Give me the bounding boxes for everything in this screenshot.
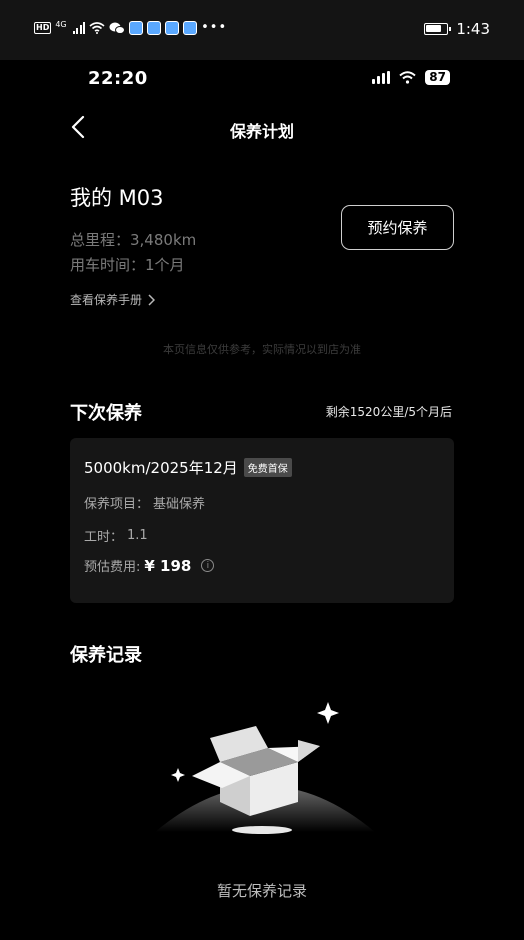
inner-status-bar: 22:20 87 — [0, 60, 524, 100]
page-title: 保养计划 — [229, 122, 294, 141]
wifi-icon — [89, 21, 105, 34]
empty-records-text: 暂无保养记录 — [216, 882, 307, 900]
wechat-icon — [109, 22, 126, 34]
service-items-value: 基础保养 — [153, 497, 206, 512]
view-manual-link[interactable]: 查看保养手册 — [70, 291, 156, 308]
book-service-button[interactable]: 预约保养 — [341, 205, 454, 250]
hd-badge: HD — [34, 21, 52, 34]
battery-level: 87 — [425, 70, 450, 85]
empty-box-illustration — [155, 702, 375, 834]
status-right-group: 1:43 — [424, 20, 490, 38]
info-icon[interactable]: i — [201, 559, 215, 572]
app-notification-icon — [129, 20, 144, 35]
next-service-card[interactable]: 5000km/2025年12月 免费首保 保养项目： 基础保养 工时： 1.1 … — [70, 438, 454, 603]
view-manual-label: 查看保养手册 — [70, 293, 143, 307]
nav-bar: 保养计划 — [0, 108, 524, 148]
chevron-right-icon — [148, 293, 156, 306]
inner-status-right: 87 — [372, 70, 450, 85]
service-records-title: 保养记录 — [70, 645, 142, 666]
wifi-icon — [399, 71, 416, 84]
labor-hours-value: 1.1 — [127, 528, 148, 543]
cellular-signal-icon — [72, 21, 86, 34]
network-type-label: 4G — [55, 20, 67, 29]
system-time: 1:43 — [456, 20, 490, 38]
service-items-row: 保养项目： 基础保养 — [84, 493, 205, 512]
labor-hours-label: 工时： — [84, 530, 124, 545]
usage-time: 用车时间：1个月 — [70, 256, 185, 274]
free-service-badge: 免费首保 — [243, 458, 292, 477]
remaining-info: 剩余1520公里/5个月后 — [325, 405, 452, 419]
battery-icon — [424, 23, 452, 35]
app-notification-icon — [183, 20, 198, 35]
service-items-label: 保养项目： — [84, 497, 150, 512]
labor-hours-row: 工时： 1.1 — [84, 526, 148, 545]
app-notification-icon — [147, 20, 162, 35]
system-status-bar: HD 4G ••• 1:43 — [0, 0, 524, 60]
next-service-title: 下次保养 — [70, 403, 142, 424]
disclaimer-text: 本页信息仅供参考，实际情况以到店为准 — [163, 343, 361, 356]
more-dots-icon: ••• — [201, 20, 228, 35]
estimated-cost-row: 预估费用: ¥ 198 i — [84, 556, 215, 575]
status-left-group: HD 4G ••• — [34, 20, 227, 35]
total-mileage: 总里程：3,480km — [70, 231, 197, 249]
service-milestone: 5000km/2025年12月 — [84, 459, 238, 477]
estimated-cost-value: ¥ 198 — [144, 556, 192, 575]
estimated-cost-label: 预估费用: — [84, 560, 141, 575]
vehicle-name: 我的 M03 — [70, 186, 164, 210]
inner-time: 22:20 — [88, 68, 148, 89]
app-notification-icon — [165, 20, 180, 35]
cellular-signal-icon — [372, 71, 391, 84]
card-header: 5000km/2025年12月 免费首保 — [84, 457, 292, 478]
